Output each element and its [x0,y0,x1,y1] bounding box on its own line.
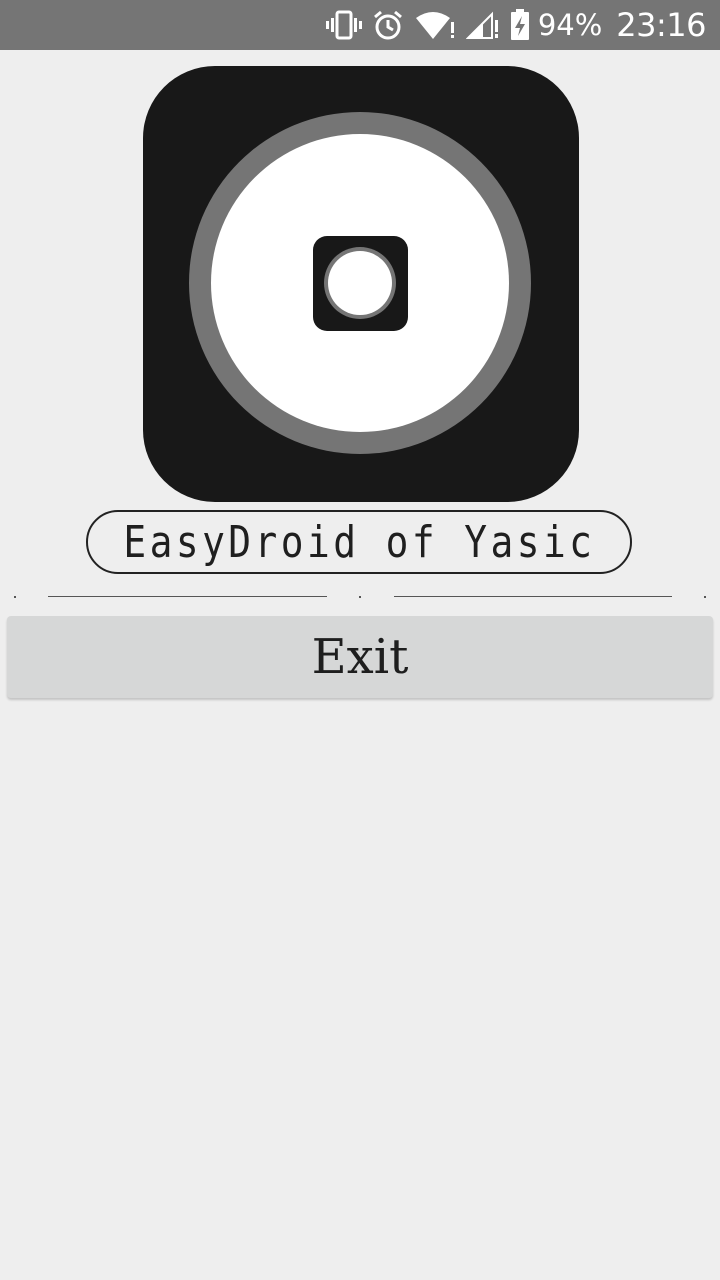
divider-line [394,596,672,597]
signal-icon [465,10,500,40]
divider [0,590,720,604]
alarm-icon [372,9,404,41]
app-logo [143,66,579,502]
battery-charging-icon [510,9,530,41]
status-clock: 23:16 [616,6,706,44]
exit-button-label: Exit [311,629,409,685]
divider-dot [704,596,706,598]
divider-dot [359,596,361,598]
exit-button[interactable]: Exit [7,616,713,698]
app-title: EasyDroid of Yasic [123,516,596,568]
app-title-badge: EasyDroid of Yasic [86,510,632,574]
wifi-icon [414,10,456,40]
battery-percent: 94% [537,8,603,42]
divider-line [48,596,327,597]
divider-dot [14,596,16,598]
app-screen: 94% 23:16 EasyDroid of Yasic Exit [0,0,720,1280]
status-icons: 94% 23:16 [316,0,706,50]
status-bar: 94% 23:16 [0,0,720,50]
vibrate-icon [325,10,362,40]
